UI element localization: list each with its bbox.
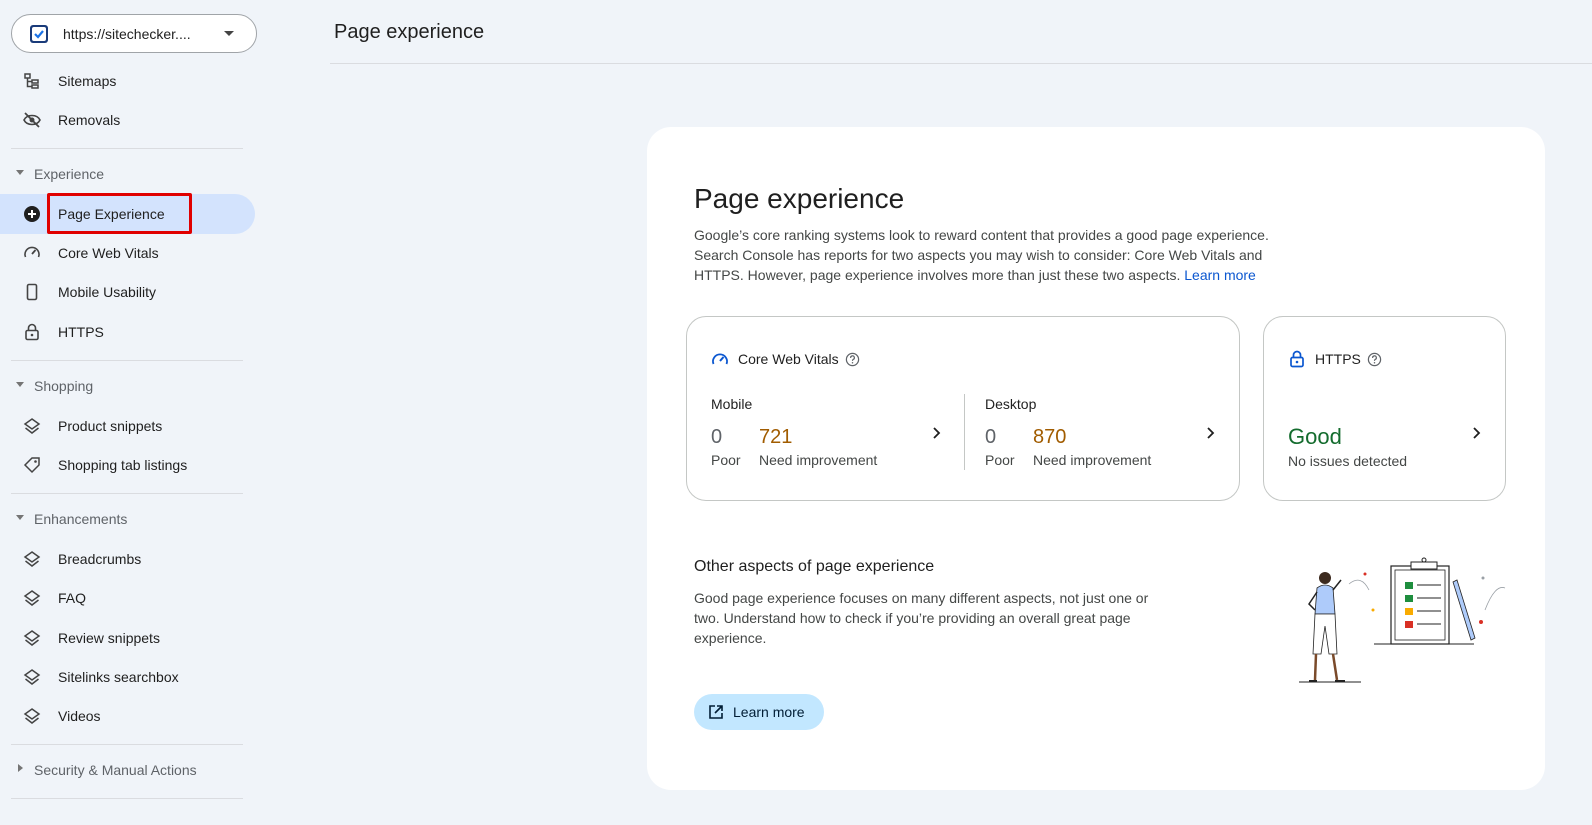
desktop-label: Desktop (985, 396, 1037, 412)
desktop-poor-count: 0 (985, 426, 997, 448)
caret-down-icon (16, 515, 24, 520)
sidebar-item-label: Breadcrumbs (58, 551, 142, 567)
section-shopping[interactable]: Shopping (0, 374, 255, 398)
learn-more-link[interactable]: Learn more (1184, 267, 1256, 283)
description-text: Google’s core ranking systems look to re… (694, 227, 1269, 283)
sidebar-item-removals[interactable]: Removals (0, 100, 255, 140)
mobile-need-label: Need improvement (759, 452, 878, 468)
sidebar-item-label: Videos (58, 708, 101, 724)
cwv-title: Core Web Vitals (738, 351, 839, 367)
sidebar-item-product-snippets[interactable]: Product snippets (0, 406, 255, 446)
header-divider (330, 63, 1592, 64)
learn-more-button-label: Learn more (733, 704, 805, 720)
sidebar-item-label: Shopping tab listings (58, 457, 188, 473)
mobile-poor-label: Poor (711, 452, 741, 468)
sidebar-divider (11, 148, 243, 149)
sidebar-item-sitemaps[interactable]: Sitemaps (0, 61, 255, 101)
chevron-down-icon[interactable] (224, 31, 234, 36)
layers-icon (23, 669, 41, 685)
sidebar-item-videos[interactable]: Videos (0, 696, 255, 736)
https-header: HTTPS (1288, 350, 1382, 368)
card-title: Page experience (694, 183, 905, 214)
section-label: Enhancements (34, 511, 128, 527)
gauge-icon (712, 353, 728, 365)
checklist-illustration (1299, 557, 1506, 683)
desktop-need-count: 870 (1033, 426, 1067, 448)
lock-icon (25, 323, 39, 341)
lock-icon (1290, 350, 1304, 368)
caret-right-icon (18, 764, 23, 772)
sidebar-divider (11, 798, 243, 799)
layers-icon (23, 708, 41, 724)
other-aspects-title: Other aspects of page experience (694, 558, 935, 575)
sitemap-icon (24, 73, 39, 89)
desktop-poor-label: Poor (985, 452, 1015, 468)
section-label: Shopping (34, 378, 94, 394)
desktop-need-label: Need improvement (1033, 452, 1152, 468)
sidebar-divider (11, 360, 243, 361)
sidebar: https://sitechecker.... Sitemaps Removal… (0, 0, 266, 825)
cwv-divider (964, 394, 965, 470)
cwv-header: Core Web Vitals (711, 350, 860, 368)
other-aspects-description: Good page experience focuses on many dif… (694, 590, 1149, 646)
sidebar-item-mobile-usability[interactable]: Mobile Usability (0, 272, 255, 312)
chevron-right-icon[interactable] (1471, 426, 1481, 440)
https-status: Good (1288, 424, 1342, 449)
card-description: Google’s core ranking systems look to re… (694, 225, 1294, 285)
help-icon[interactable] (1367, 352, 1382, 367)
sidebar-item-label: Sitemaps (58, 73, 117, 89)
sidebar-item-shopping-tab-listings[interactable]: Shopping tab listings (0, 445, 255, 485)
phone-icon (26, 283, 38, 301)
property-selector[interactable]: https://sitechecker.... (11, 14, 257, 53)
layers-icon (23, 590, 41, 606)
sidebar-item-review-snippets[interactable]: Review snippets (0, 618, 255, 658)
sidebar-item-label: Removals (58, 112, 121, 128)
https-detail: No issues detected (1288, 453, 1408, 469)
caret-down-icon (16, 170, 24, 175)
sidebar-item-label: Sitelinks searchbox (58, 669, 179, 685)
learn-more-button[interactable]: Learn more (694, 694, 824, 730)
chevron-right-icon[interactable] (931, 426, 941, 440)
section-security-manual-actions[interactable]: Security & Manual Actions (0, 758, 255, 782)
sidebar-item-label: Product snippets (58, 418, 163, 434)
https-card[interactable]: HTTPS Good No issues detected (1263, 316, 1506, 501)
section-label: Experience (34, 166, 105, 182)
eye-off-icon (23, 112, 41, 128)
mobile-need-count: 721 (759, 426, 793, 448)
page-experience-card: Page experience Google’s core ranking sy… (647, 127, 1545, 790)
plus-circle-icon (24, 206, 40, 222)
caret-down-icon (16, 382, 24, 387)
sidebar-divider (11, 744, 243, 745)
sidebar-item-label: Core Web Vitals (58, 245, 159, 261)
layers-icon (23, 630, 41, 646)
sidebar-item-label: FAQ (58, 590, 87, 606)
section-enhancements[interactable]: Enhancements (0, 507, 255, 531)
section-label: Security & Manual Actions (34, 762, 197, 778)
property-url: https://sitechecker.... (63, 25, 191, 42)
layers-icon (23, 551, 41, 567)
section-experience[interactable]: Experience (0, 162, 255, 186)
sidebar-item-sitelinks-searchbox[interactable]: Sitelinks searchbox (0, 657, 255, 697)
gauge-icon (24, 246, 40, 258)
tag-icon (23, 457, 40, 474)
page-title: Page experience (334, 21, 485, 43)
sidebar-item-label: Mobile Usability (58, 284, 157, 300)
help-icon[interactable] (845, 352, 860, 367)
layers-icon (23, 418, 41, 434)
sidebar-item-core-web-vitals[interactable]: Core Web Vitals (0, 233, 255, 273)
sidebar-item-label: Review snippets (58, 630, 160, 646)
sitechecker-logo-icon (30, 24, 48, 43)
highlight-box (47, 193, 192, 234)
sidebar-divider (11, 493, 243, 494)
sidebar-item-faq[interactable]: FAQ (0, 578, 255, 618)
sidebar-item-label: HTTPS (58, 324, 104, 340)
mobile-label: Mobile (711, 396, 753, 412)
mobile-poor-count: 0 (711, 426, 723, 448)
https-title: HTTPS (1315, 351, 1361, 367)
chevron-right-icon[interactable] (1205, 426, 1215, 440)
sidebar-item-breadcrumbs[interactable]: Breadcrumbs (0, 539, 255, 579)
open-in-new-icon (709, 705, 723, 719)
sidebar-item-https[interactable]: HTTPS (0, 312, 255, 352)
core-web-vitals-card: Core Web Vitals Mobile 0 721 Poor Need i… (686, 316, 1240, 501)
